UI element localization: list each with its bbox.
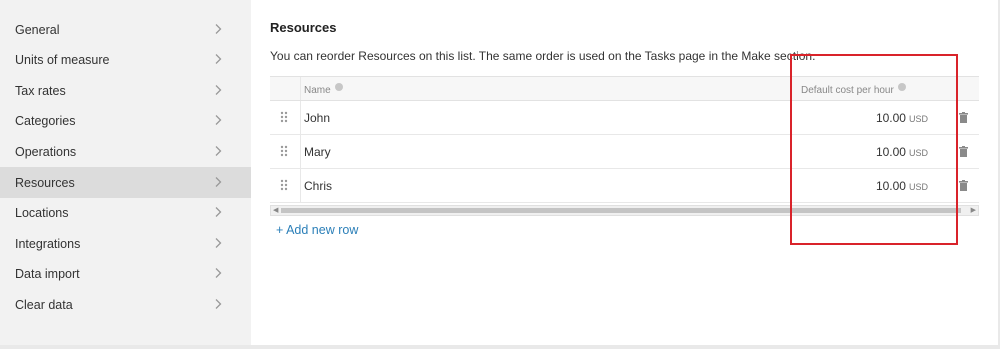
- column-divider: [300, 135, 301, 168]
- horizontal-scrollbar[interactable]: ◀ ▶: [270, 205, 979, 216]
- sidebar-item-label: Locations: [15, 205, 69, 220]
- sidebar-item-operations[interactable]: Operations: [0, 136, 251, 167]
- chevron-right-icon: [212, 267, 224, 279]
- chevron-right-icon: [212, 114, 224, 126]
- scroll-right-icon[interactable]: ▶: [971, 207, 976, 215]
- add-new-row-link[interactable]: + Add new row: [276, 223, 358, 237]
- sidebar-item-tax-rates[interactable]: Tax rates: [0, 75, 251, 106]
- app-window: General Units of measure Tax rates Categ…: [0, 0, 998, 345]
- currency-unit: USD: [908, 182, 928, 192]
- drag-handle-icon[interactable]: [280, 179, 288, 191]
- resource-name[interactable]: John: [304, 111, 330, 125]
- sidebar-item-label: Resources: [15, 175, 75, 190]
- info-icon[interactable]: [334, 83, 343, 91]
- column-header-label: Default cost per hour: [801, 85, 894, 96]
- resources-panel: Resources You can reorder Resources on t…: [251, 0, 998, 345]
- chevron-right-icon: [212, 176, 224, 188]
- currency-unit: USD: [908, 148, 928, 158]
- sidebar-item-label: Categories: [15, 113, 76, 128]
- chevron-right-icon: [212, 84, 224, 96]
- settings-sidebar: General Units of measure Tax rates Categ…: [0, 0, 251, 345]
- column-header-label: Name: [304, 85, 331, 96]
- cost-value: 10.00: [875, 111, 906, 125]
- table-row[interactable]: Mary 10.00 USD: [270, 135, 979, 169]
- chevron-right-icon: [212, 298, 224, 310]
- chevron-right-icon: [212, 145, 224, 157]
- table-row[interactable]: Chris 10.00 USD: [270, 169, 979, 203]
- cost-value: 10.00: [875, 179, 906, 193]
- drag-handle-icon[interactable]: [280, 145, 288, 157]
- resource-cost[interactable]: 10.00 USD: [876, 145, 928, 159]
- page-description: You can reorder Resources on this list. …: [270, 49, 816, 63]
- chevron-right-icon: [212, 23, 224, 35]
- table-row[interactable]: John 10.00 USD: [270, 101, 979, 135]
- resource-name[interactable]: Mary: [304, 145, 331, 159]
- scrollbar-thumb[interactable]: [281, 208, 961, 213]
- column-divider: [300, 169, 301, 202]
- page-title: Resources: [270, 20, 337, 35]
- sidebar-item-label: Tax rates: [15, 83, 66, 98]
- info-icon[interactable]: [897, 83, 906, 91]
- column-divider: [300, 101, 301, 134]
- resource-cost[interactable]: 10.00 USD: [876, 179, 928, 193]
- trash-icon[interactable]: [959, 112, 968, 123]
- chevron-right-icon: [212, 237, 224, 249]
- cost-value: 10.00: [875, 145, 906, 159]
- sidebar-item-label: Units of measure: [15, 52, 110, 67]
- sidebar-item-units-of-measure[interactable]: Units of measure: [0, 44, 251, 75]
- chevron-right-icon: [212, 53, 224, 65]
- sidebar-item-label: Operations: [15, 144, 77, 159]
- sidebar-item-resources[interactable]: Resources: [0, 167, 251, 198]
- resource-cost[interactable]: 10.00 USD: [876, 111, 928, 125]
- scroll-left-icon[interactable]: ◀: [273, 207, 278, 215]
- sidebar-item-general[interactable]: General: [0, 14, 251, 45]
- chevron-right-icon: [212, 206, 224, 218]
- table-header: Name Default cost per hour: [270, 76, 979, 101]
- trash-icon[interactable]: [959, 180, 968, 191]
- drag-handle-icon[interactable]: [280, 111, 288, 123]
- sidebar-item-label: General: [15, 22, 60, 37]
- resource-name[interactable]: Chris: [304, 179, 332, 193]
- sidebar-item-categories[interactable]: Categories: [0, 105, 251, 136]
- column-header-name[interactable]: Name: [304, 83, 343, 96]
- sidebar-item-clear-data[interactable]: Clear data: [0, 289, 251, 320]
- sidebar-item-data-import[interactable]: Data import: [0, 258, 251, 289]
- sidebar-item-integrations[interactable]: Integrations: [0, 228, 251, 259]
- currency-unit: USD: [908, 114, 928, 124]
- sidebar-item-locations[interactable]: Locations: [0, 197, 251, 228]
- sidebar-item-label: Clear data: [15, 297, 73, 312]
- sidebar-item-label: Data import: [15, 266, 80, 281]
- sidebar-item-label: Integrations: [15, 236, 81, 251]
- column-divider: [300, 77, 301, 100]
- column-header-cost[interactable]: Default cost per hour: [801, 83, 906, 96]
- trash-icon[interactable]: [959, 146, 968, 157]
- resources-table: Name Default cost per hour John 10.00 USD…: [270, 76, 979, 218]
